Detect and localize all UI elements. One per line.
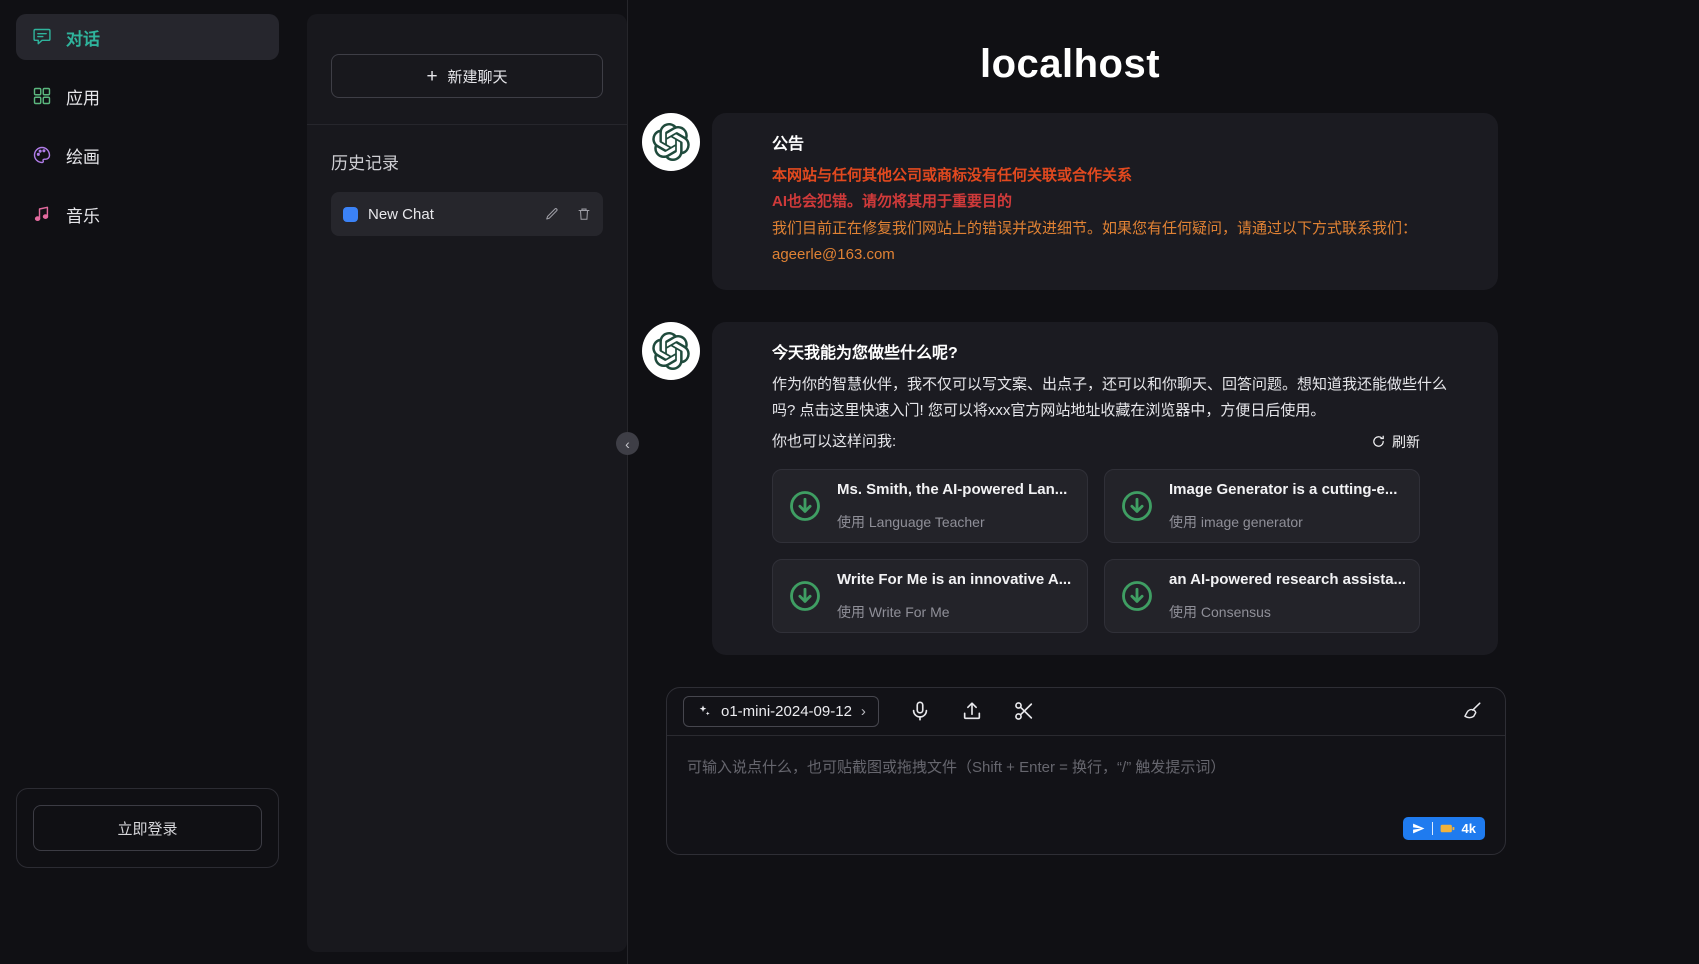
broom-icon [1461,700,1483,722]
pencil-icon [545,207,559,221]
sparkle-icon [696,703,712,719]
screenshot-crop-button[interactable] [1013,700,1035,722]
suggestion-texts: Write For Me is an innovative A... 使用 Wr… [837,567,1071,625]
login-button[interactable]: 立即登录 [33,805,262,851]
new-chat-button[interactable]: + 新建聊天 [331,54,603,98]
sidebar-item-drawing[interactable]: 绘画 [16,132,279,178]
suggestion-title: Image Generator is a cutting-e... [1169,477,1397,503]
suggestion-subtitle: 使用 image generator [1169,510,1397,535]
login-box: 立即登录 [16,788,279,868]
download-circle-icon [787,578,823,614]
announcement-line-1: 本网站与任何其他公司或商标没有任何关联或合作关系 [772,163,1458,189]
chevron-right-icon: › [861,703,866,720]
suggestion-texts: an AI-powered research assista... 使用 Con… [1169,567,1405,625]
edit-chat-button[interactable] [545,207,559,221]
chat-main: localhost 公告 本网站与任何其他公司或商标没有任何关联或合作关系 AI… [628,0,1699,964]
download-circle-icon [1119,488,1155,524]
suggestion-texts: Image Generator is a cutting-e... 使用 ima… [1169,477,1397,535]
plus-icon: + [426,67,437,86]
music-note-icon [32,204,52,224]
announcement-title: 公告 [772,131,1458,159]
suggestion-subtitle: 使用 Language Teacher [837,510,1067,535]
assistant-message-announcement: 公告 本网站与任何其他公司或商标没有任何关联或合作关系 AI也会犯错。请勿将其用… [642,113,1498,290]
suggestion-title: Ms. Smith, the AI-powered Lan... [837,477,1067,503]
app-window: 对话 应用 绘画 音乐 立即登录 + 新建聊天 [0,0,1699,964]
scissors-icon [1013,700,1035,722]
clear-context-button[interactable] [1461,700,1483,722]
token-count: 4k [1462,821,1476,836]
suggestion-grid: Ms. Smith, the AI-powered Lan... 使用 Lang… [772,469,1420,633]
paper-plane-icon [1412,822,1425,835]
history-list-item[interactable]: New Chat [331,192,603,236]
model-label: o1-mini-2024-09-12 [721,703,852,720]
suggestion-card[interactable]: an AI-powered research assista... 使用 Con… [1104,559,1420,633]
collapse-sidebar-button[interactable]: ‹ [616,432,639,455]
sidebar-item-label: 音乐 [66,202,100,227]
sidebar-item-apps[interactable]: 应用 [16,73,279,119]
announcement-bubble: 公告 本网站与任何其他公司或商标没有任何关联或合作关系 AI也会犯错。请勿将其用… [712,113,1498,290]
collapse-chevron-icon: ‹ [625,437,630,451]
welcome-body: 作为你的智慧伙伴，我不仅可以写文案、出点子，还可以和你聊天、回答问题。想知道我还… [772,372,1458,425]
composer: o1-mini-2024-09-12 › [666,687,1506,855]
suggestions-block: 你也可以这样问我: 刷新 Ms. Smith, the AI-powered L… [772,429,1420,633]
apps-grid-icon [32,86,52,106]
suggestion-title: an AI-powered research assista... [1169,567,1405,593]
send-button[interactable]: 4k [1403,817,1485,840]
trash-icon [577,207,591,221]
history-divider [307,124,627,125]
sidebar-item-label: 应用 [66,84,100,109]
delete-chat-button[interactable] [577,207,591,221]
sidebar-item-label: 对话 [66,25,100,50]
sidebar: 对话 应用 绘画 音乐 立即登录 [0,0,295,964]
suggestion-card[interactable]: Image Generator is a cutting-e... 使用 ima… [1104,469,1420,543]
welcome-title: 今天我能为您做些什么呢? [772,340,1458,368]
composer-body: 4k [667,736,1505,854]
download-circle-icon [787,488,823,524]
announcement-line-3: 我们目前正在修复我们网站上的错误并改进细节。如果您有任何疑问，请通过以下方式联系… [772,216,1458,242]
assistant-avatar [642,322,700,380]
refresh-icon [1371,434,1386,449]
chat-input[interactable] [667,736,1505,854]
chat-bubble-icon [32,27,52,47]
page-title: localhost [642,42,1498,87]
contact-email-link[interactable]: ageerle@163.com [772,242,895,268]
microphone-button[interactable] [909,700,931,722]
token-battery-icon [1440,823,1455,834]
assistant-avatar [642,113,700,171]
chat-column: localhost 公告 本网站与任何其他公司或商标没有任何关联或合作关系 AI… [642,12,1498,855]
history-panel: + 新建聊天 历史记录 New Chat [307,14,627,952]
suggestion-subtitle: 使用 Consensus [1169,600,1405,625]
new-chat-label: 新建聊天 [448,66,508,87]
suggestion-subtitle: 使用 Write For Me [837,600,1071,625]
upload-button[interactable] [961,700,983,722]
panel-divider: ‹ [627,0,628,964]
badge-divider [1432,822,1433,835]
model-selector[interactable]: o1-mini-2024-09-12 › [683,696,879,727]
suggestion-title: Write For Me is an innovative A... [837,567,1071,593]
suggestion-card[interactable]: Write For Me is an innovative A... 使用 Wr… [772,559,1088,633]
openai-logo-icon [652,123,690,161]
assistant-message-welcome: 今天我能为您做些什么呢? 作为你的智慧伙伴，我不仅可以写文案、出点子，还可以和你… [642,322,1498,655]
chat-item-icon [343,207,358,222]
sidebar-item-chat[interactable]: 对话 [16,14,279,60]
history-title: 历史记录 [331,149,603,174]
download-circle-icon [1119,578,1155,614]
refresh-suggestions-button[interactable]: 刷新 [1371,432,1420,452]
suggestion-card[interactable]: Ms. Smith, the AI-powered Lan... 使用 Lang… [772,469,1088,543]
sidebar-item-music[interactable]: 音乐 [16,191,279,237]
microphone-icon [909,700,931,722]
upload-icon [961,700,983,722]
sidebar-item-label: 绘画 [66,143,100,168]
composer-toolbar: o1-mini-2024-09-12 › [667,688,1505,736]
welcome-bubble: 今天我能为您做些什么呢? 作为你的智慧伙伴，我不仅可以写文案、出点子，还可以和你… [712,322,1498,655]
palette-icon [32,145,52,165]
announcement-line-2: AI也会犯错。请勿将其用于重要目的 [772,189,1458,215]
ask-hint-row: 你也可以这样问我: 刷新 [772,429,1420,455]
history-item-title: New Chat [368,206,527,223]
ask-hint-text: 你也可以这样问我: [772,429,896,455]
refresh-label: 刷新 [1392,432,1420,452]
openai-logo-icon [652,332,690,370]
suggestion-texts: Ms. Smith, the AI-powered Lan... 使用 Lang… [837,477,1067,535]
